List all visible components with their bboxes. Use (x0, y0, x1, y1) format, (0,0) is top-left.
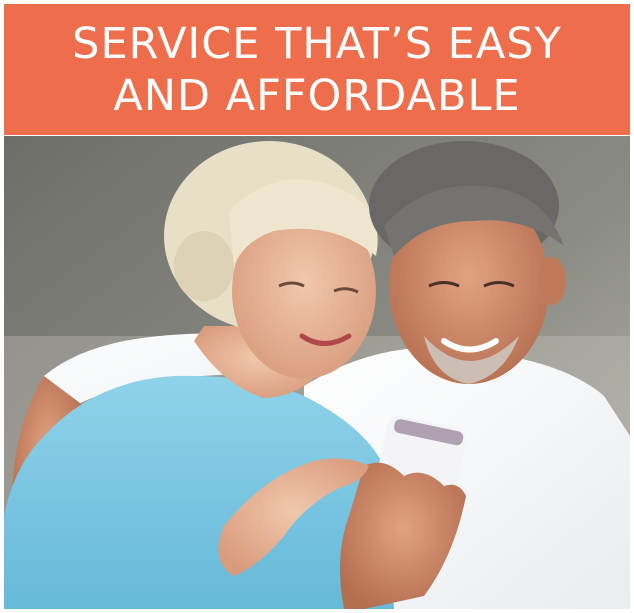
headline-line-1: SERVICE THAT’S EASY (72, 18, 562, 69)
couple-photo (4, 136, 630, 609)
headline-line-2: AND AFFORDABLE (113, 70, 521, 121)
headline-banner: SERVICE THAT’S EASY AND AFFORDABLE (4, 4, 630, 135)
promo-card: SERVICE THAT’S EASY AND AFFORDABLE (0, 0, 634, 613)
couple-illustration (4, 136, 630, 609)
